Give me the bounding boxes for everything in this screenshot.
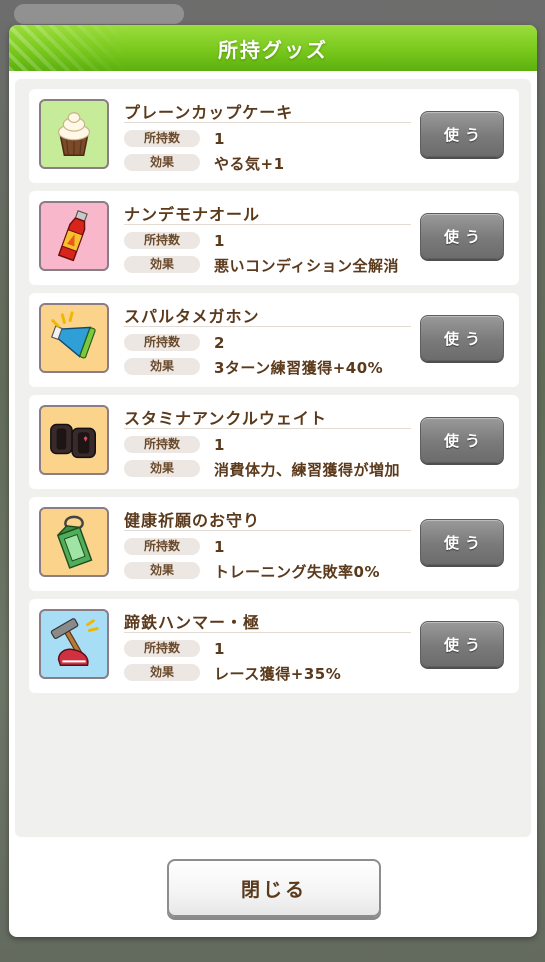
hammer-horseshoe-icon [50, 618, 99, 666]
goods-item-sparta-megaphone: スパルタメガホン 所持数 2 効果 3ターン練習獲得+40% 使う [29, 293, 519, 387]
header-pattern [9, 25, 129, 71]
quantity-label: 所持数 [124, 130, 200, 147]
ankle-weight-icon [50, 423, 96, 459]
use-button[interactable]: 使う [420, 111, 504, 157]
item-thumbnail [39, 405, 109, 475]
item-thumbnail [39, 201, 109, 271]
divider [124, 326, 411, 327]
quantity-label: 所持数 [124, 538, 200, 555]
divider [124, 632, 411, 633]
close-button[interactable]: 閉じる [167, 859, 381, 917]
quantity-label: 所持数 [124, 640, 200, 657]
item-name: プレーンカップケーキ [124, 103, 294, 122]
divider [124, 530, 411, 531]
use-button[interactable]: 使う [420, 519, 504, 565]
use-button[interactable]: 使う [420, 417, 504, 463]
quantity-label: 所持数 [124, 334, 200, 351]
item-name: スパルタメガホン [124, 307, 260, 326]
effect-label: 効果 [124, 256, 200, 273]
quantity-value: 1 [214, 130, 225, 148]
use-button[interactable]: 使う [420, 213, 504, 259]
use-button[interactable]: 使う [420, 621, 504, 667]
divider [124, 224, 411, 225]
effect-value: 消費体力、練習獲得が増加 [214, 461, 401, 479]
quantity-label: 所持数 [124, 232, 200, 249]
use-button[interactable]: 使う [420, 315, 504, 361]
effect-value: やる気+1 [214, 155, 285, 173]
item-name: 健康祈願のお守り [124, 511, 261, 530]
quantity-label: 所持数 [124, 436, 200, 453]
quantity-value: 1 [214, 640, 225, 658]
quantity-value: 2 [214, 334, 225, 352]
megaphone-icon [50, 311, 96, 359]
item-thumbnail [39, 303, 109, 373]
background-status-chip [14, 4, 184, 24]
item-name: スタミナアンクルウェイト [124, 409, 327, 428]
amulet-icon [56, 515, 93, 569]
divider [124, 122, 411, 123]
divider [124, 428, 411, 429]
goods-list[interactable]: プレーンカップケーキ 所持数 1 効果 やる気+1 使う ナンデモナオール 所持… [15, 79, 531, 837]
cupcake-icon [57, 112, 91, 156]
effect-label: 効果 [124, 154, 200, 171]
goods-item-horseshoe-hammer: 蹄鉄ハンマー・極 所持数 1 効果 レース獲得+35% 使う [29, 599, 519, 693]
effect-value: トレーニング失敗率0% [214, 563, 380, 581]
quantity-value: 1 [214, 538, 225, 556]
effect-label: 効果 [124, 562, 200, 579]
drink-bottle-icon [57, 209, 88, 262]
dialog-title: 所持グッズ [218, 37, 328, 62]
item-name: 蹄鉄ハンマー・極 [124, 613, 261, 632]
owned-goods-dialog: 所持グッズ プレーンカップケーキ 所持数 1 効果 やる気+1 使う ナンデモナ… [9, 25, 537, 937]
goods-item-nandemonaoru: ナンデモナオール 所持数 1 効果 悪いコンディション全解消 使う [29, 191, 519, 285]
goods-item-plain-cupcake: プレーンカップケーキ 所持数 1 効果 やる気+1 使う [29, 89, 519, 183]
effect-value: 3ターン練習獲得+40% [214, 359, 384, 377]
goods-item-health-amulet: 健康祈願のお守り 所持数 1 効果 トレーニング失敗率0% 使う [29, 497, 519, 591]
effect-value: 悪いコンディション全解消 [214, 257, 399, 275]
item-thumbnail [39, 99, 109, 169]
effect-label: 効果 [124, 664, 200, 681]
goods-item-stamina-ankle-weight: スタミナアンクルウェイト 所持数 1 効果 消費体力、練習獲得が増加 使う [29, 395, 519, 489]
quantity-value: 1 [214, 232, 225, 250]
effect-label: 効果 [124, 358, 200, 375]
effect-label: 効果 [124, 460, 200, 477]
item-thumbnail [39, 609, 109, 679]
dialog-header: 所持グッズ [9, 25, 537, 71]
effect-value: レース獲得+35% [214, 665, 342, 683]
item-name: ナンデモナオール [124, 205, 261, 224]
item-thumbnail [39, 507, 109, 577]
quantity-value: 1 [214, 436, 225, 454]
